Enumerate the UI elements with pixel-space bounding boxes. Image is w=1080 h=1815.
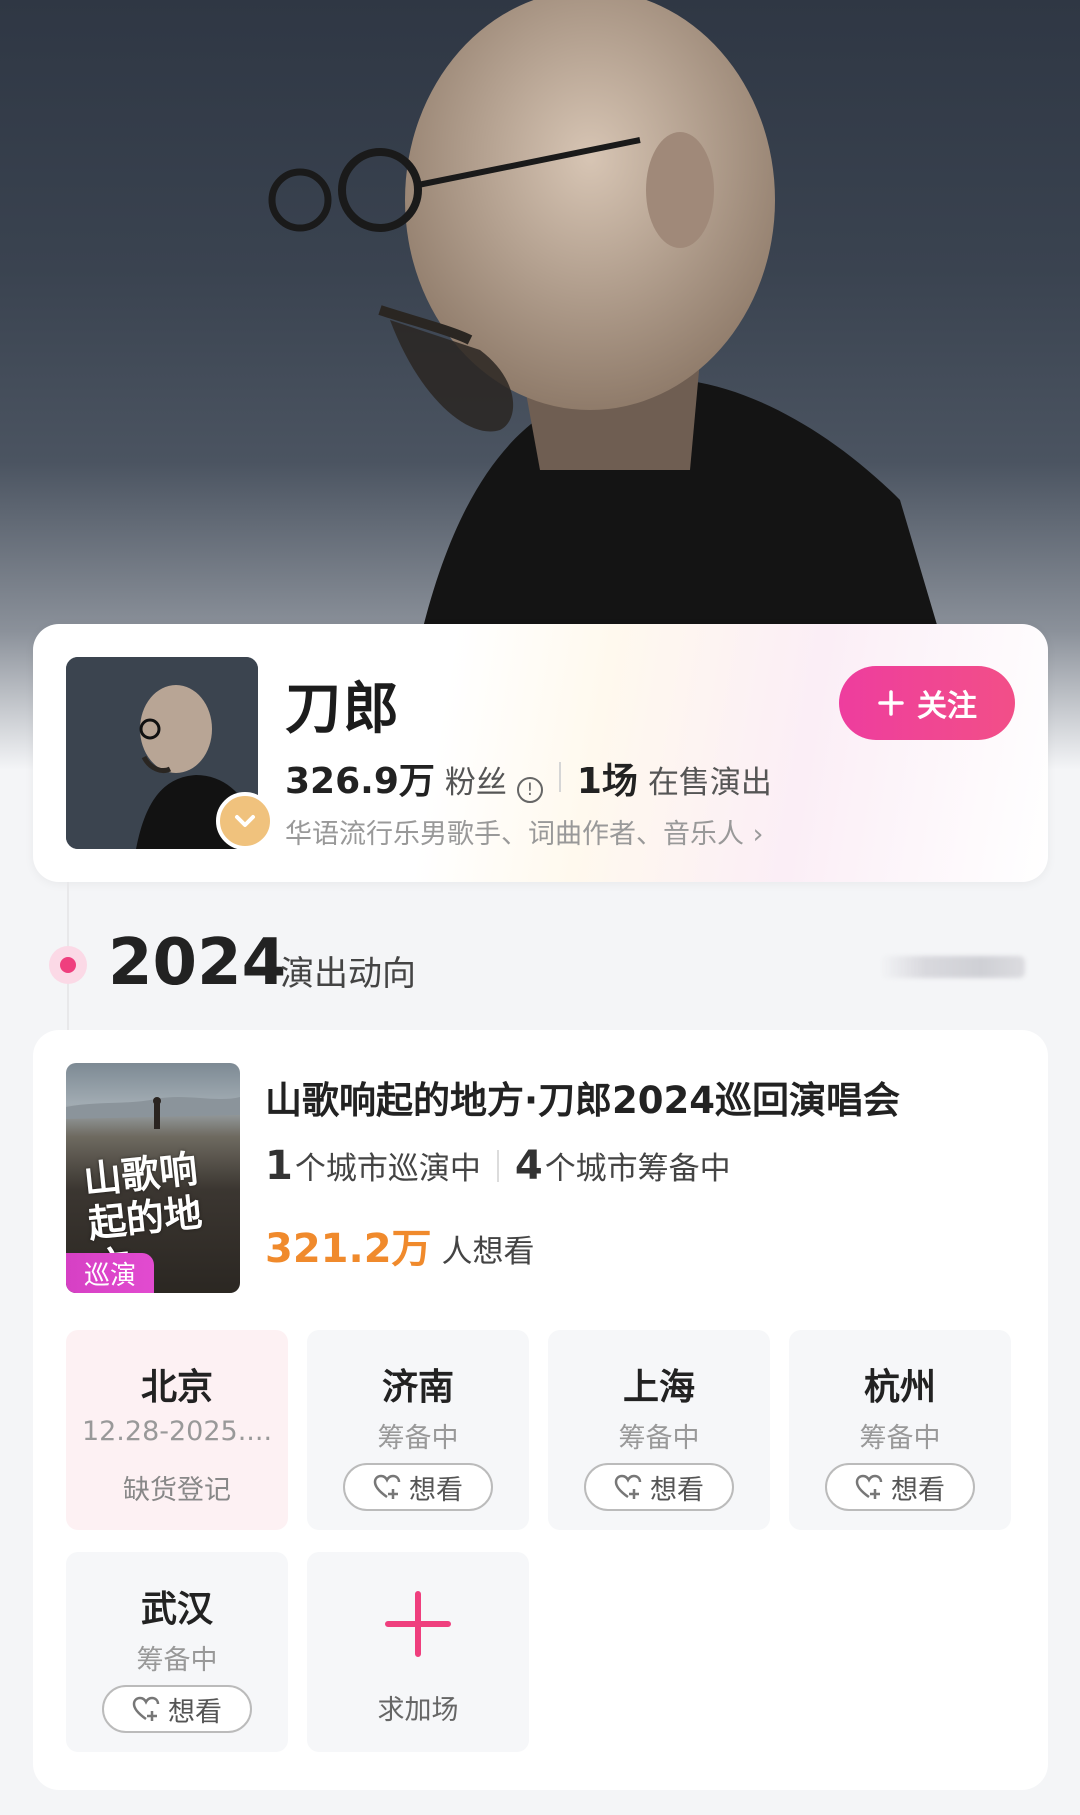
fans-count: 326.9万 <box>285 761 435 802</box>
fans-label: 粉丝 <box>444 765 507 801</box>
city-tile-beijing[interactable]: 北京 12.28-2025.... 缺货登记 <box>66 1330 288 1530</box>
shows-count: 1场 <box>576 761 638 802</box>
show-card[interactable]: 山歌响起的地方 巡演 山歌响起的地方·刀郎2024巡回演唱会 1 个城市巡演中 … <box>33 1030 1048 1790</box>
want-count-row: 321.2万 人想看 <box>265 1216 535 1274</box>
city-tile-shanghai[interactable]: 上海 筹备中 想看 <box>548 1330 770 1530</box>
city-status: 筹备中 <box>859 1423 941 1454</box>
want-to-see-button[interactable]: 想看 <box>102 1685 252 1733</box>
plus-icon <box>878 690 904 716</box>
heart-plus-icon <box>614 1474 642 1499</box>
want-count: 321.2万 <box>265 1226 432 1272</box>
want-label: 人想看 <box>441 1234 535 1270</box>
follow-button[interactable]: 关注 <box>839 666 1015 740</box>
show-poster[interactable]: 山歌响起的地方 巡演 <box>66 1063 240 1293</box>
heart-plus-icon <box>373 1474 401 1499</box>
want-to-see-label: 想看 <box>409 1474 463 1506</box>
city-tile-jinan[interactable]: 济南 筹备中 想看 <box>307 1330 529 1530</box>
want-to-see-label: 想看 <box>650 1474 704 1506</box>
city-status: 筹备中 <box>618 1423 700 1454</box>
cities-divider <box>496 1150 499 1182</box>
shows-label: 在售演出 <box>647 765 772 801</box>
info-icon[interactable]: ! <box>516 777 543 803</box>
city-name: 上海 <box>622 1367 695 1408</box>
want-to-see-button[interactable]: 想看 <box>343 1463 493 1511</box>
follow-label: 关注 <box>917 689 977 724</box>
timeline-dot <box>60 957 76 973</box>
artist-info-card: 刀郎 关注 326.9万 粉丝 ! 1场 在售演出 华语流行乐男歌手、词曲作者、… <box>33 624 1048 882</box>
stockout-register-link[interactable]: 缺货登记 <box>66 1468 288 1507</box>
touring-label: 个城市巡演中 <box>294 1151 481 1187</box>
heart-plus-icon <box>132 1696 160 1721</box>
want-to-see-label: 想看 <box>168 1696 222 1728</box>
city-tile-hangzhou[interactable]: 杭州 筹备中 想看 <box>789 1330 1011 1530</box>
city-status: 筹备中 <box>377 1423 459 1454</box>
city-name: 武汉 <box>140 1589 213 1630</box>
timeline-subtitle: 演出动向 <box>280 954 416 994</box>
city-name: 北京 <box>140 1367 213 1408</box>
request-more-shows-label: 求加场 <box>377 1695 459 1726</box>
preparing-label: 个城市筹备中 <box>544 1151 731 1187</box>
show-city-stats: 1 个城市巡演中 4 个城市筹备中 <box>265 1143 731 1189</box>
heart-plus-icon <box>855 1474 883 1499</box>
artist-tags-link[interactable]: 华语流行乐男歌手、词曲作者、音乐人 › <box>285 812 763 851</box>
request-more-shows-tile[interactable]: 求加场 <box>307 1552 529 1752</box>
artist-stats: 326.9万 粉丝 ! 1场 在售演出 <box>285 752 772 803</box>
city-date: 12.28-2025.... <box>81 1416 273 1447</box>
city-name: 杭州 <box>863 1367 936 1408</box>
blurred-text <box>880 956 1025 978</box>
show-title[interactable]: 山歌响起的地方·刀郎2024巡回演唱会 <box>265 1070 900 1124</box>
city-status: 筹备中 <box>136 1645 218 1676</box>
want-to-see-button[interactable]: 想看 <box>584 1463 734 1511</box>
add-show-plus-icon <box>385 1591 451 1657</box>
tour-badge: 巡演 <box>66 1253 154 1293</box>
timeline-year: 2024 <box>108 926 287 1000</box>
city-name: 济南 <box>381 1367 454 1408</box>
want-to-see-button[interactable]: 想看 <box>825 1463 975 1511</box>
artist-name: 刀郎 <box>285 677 401 742</box>
preparing-count: 4 <box>514 1143 543 1189</box>
stats-divider <box>558 762 561 792</box>
verified-badge-icon <box>216 792 274 850</box>
want-to-see-label: 想看 <box>891 1474 945 1506</box>
city-tile-wuhan[interactable]: 武汉 筹备中 想看 <box>66 1552 288 1752</box>
touring-count: 1 <box>265 1143 293 1189</box>
